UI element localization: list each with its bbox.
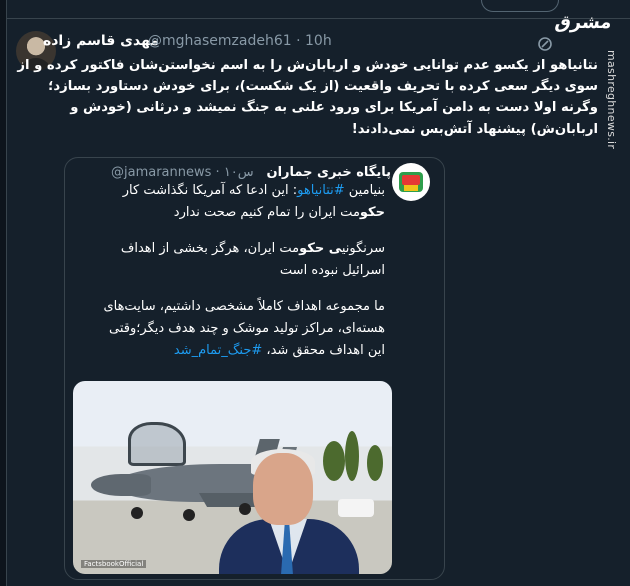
hashtag-war-over[interactable]: #جنگ_تمام_شد <box>174 343 262 358</box>
quoted-line-6: هسته‌ای، مراکز تولید موشک و چند هدف دیگر… <box>109 321 385 336</box>
quoted-time[interactable]: ۱۰س <box>224 165 254 180</box>
tweet-handle[interactable]: @mghasemzadeh61 <box>148 33 292 49</box>
previous-tweet-button[interactable] <box>481 0 559 12</box>
quoted-line-3: سرنگونیی حکومت ایران، هرگز بخشی از اهداف <box>120 241 385 256</box>
tweet-text-line: نتانیاهو از یکسو عدم توانایی خودش و اربا… <box>17 58 598 73</box>
quoted-line-2: حکومت ایران را تمام کنیم صحت ندارد <box>173 205 385 220</box>
watermark-url: mashreghnews.ir <box>605 50 618 150</box>
quoted-tweet-card[interactable]: پایگاه خبری جماران @jamarannews · ۱۰س بن… <box>64 157 445 580</box>
tweet-text: نتانیاهو از یکسو عدم توانایی خودش و اربا… <box>17 55 598 140</box>
quoted-line-4: اسرائیل نبوده است <box>279 263 385 278</box>
quoted-display-name[interactable]: پایگاه خبری جماران <box>267 165 392 180</box>
tweet-text-line: وگرنه اولا دست به دامن آمریکا برای ورود … <box>70 100 598 116</box>
tweet-text-line: سوی دیگر سعی کرده با تحریف واقعیت (از یک… <box>48 79 598 95</box>
dot-separator: · <box>296 33 301 49</box>
quoted-line-5: ما مجموعه اهداف کاملاً مشخصی داشتیم، سای… <box>103 299 385 314</box>
quoted-handle[interactable]: @jamarannews <box>111 165 211 180</box>
tweet-text-line: اربابان‌ش) پیشنهاد آتش‌بس نمی‌دادند! <box>351 121 598 137</box>
photo-credit: FactsbookOfficial <box>81 560 147 568</box>
quoted-photo[interactable]: FactsbookOfficial <box>73 381 392 574</box>
quoted-line-1: بنیامین #نتانیاهو: این ادعا که آمریکا نگ… <box>122 183 385 198</box>
tweet-display-name[interactable]: مهدی قاسم زاده <box>43 33 159 49</box>
quoted-line-7: این اهداف محقق شد، #جنگ_تمام_شد <box>173 343 385 358</box>
watermark-logo: مشرق <box>553 12 614 33</box>
tweet-time[interactable]: 10h <box>305 33 332 49</box>
column-divider <box>6 0 7 586</box>
quoted-handle-and-time[interactable]: @jamarannews · ۱۰س <box>111 165 254 180</box>
more-options-icon[interactable] <box>537 36 553 52</box>
quoted-text: بنیامین #نتانیاهو: این ادعا که آمریکا نگ… <box>79 180 385 362</box>
hashtag-netanyahu[interactable]: #نتانیاهو <box>297 183 344 198</box>
tweet-handle-and-time[interactable]: @mghasemzadeh61 · 10h <box>148 33 332 49</box>
dot-separator: · <box>215 165 220 180</box>
quoted-avatar[interactable] <box>392 163 430 201</box>
previous-tweet-edge <box>7 0 630 19</box>
